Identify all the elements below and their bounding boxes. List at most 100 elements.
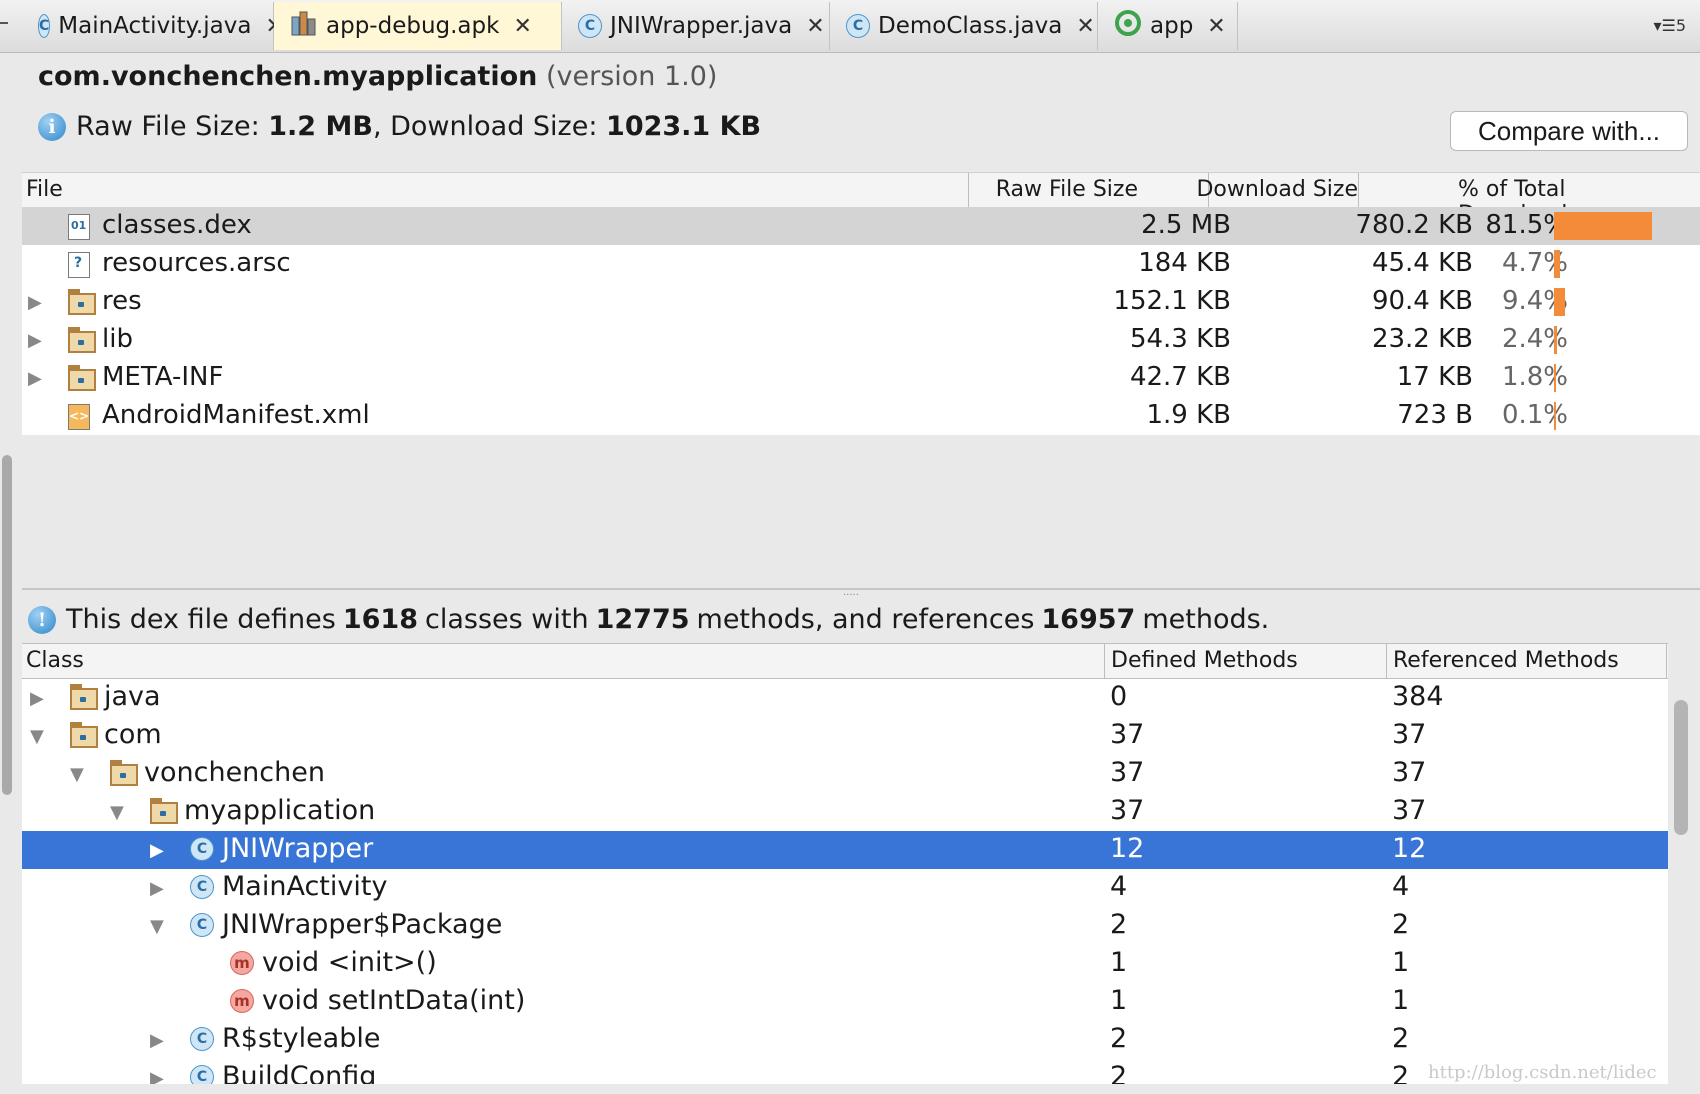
expand-arrow-icon[interactable]: ▶: [150, 1030, 164, 1051]
close-icon[interactable]: ✕: [1076, 14, 1094, 39]
class-icon: C: [578, 14, 602, 38]
header-download-size[interactable]: Download Size: [1196, 177, 1358, 202]
reference-count: 16957: [1041, 604, 1136, 635]
defined-methods: 1: [1110, 947, 1128, 978]
tab-overflow-button[interactable]: ▾☰5: [1653, 16, 1686, 35]
class-row-vonchenchen[interactable]: ▼ vonchenchen 37 37: [22, 755, 1668, 793]
class-row-jniwrapper-package[interactable]: ▼ C JNIWrapper$Package 2 2: [22, 907, 1668, 945]
class-row-java[interactable]: ▶ java 0 384: [22, 679, 1668, 717]
method-count: 12775: [595, 604, 690, 635]
file-row-resources-arsc[interactable]: ? resources.arsc 184 KB 45.4 KB 4.7%: [22, 245, 1700, 283]
dex-file-icon: 01: [68, 214, 90, 240]
file-row-lib[interactable]: ▶ lib 54.3 KB 23.2 KB 2.4%: [22, 321, 1700, 359]
percent-bar: [1554, 364, 1556, 392]
header-defined-methods[interactable]: Defined Methods: [1111, 648, 1298, 673]
raw-size-value: 1.2 MB: [268, 111, 373, 142]
referenced-methods: 1: [1392, 947, 1410, 978]
tab-democlass[interactable]: C DemoClass.java ✕: [830, 2, 1098, 50]
tab-label: MainActivity.java: [58, 13, 252, 39]
splitter-grip[interactable]: ·····: [843, 590, 859, 601]
expand-arrow-icon[interactable]: ▶: [28, 330, 42, 351]
file-name: res: [102, 286, 142, 316]
close-icon[interactable]: ✕: [513, 14, 531, 39]
expand-arrow-icon[interactable]: ▶: [150, 1068, 164, 1084]
collapse-arrow-icon[interactable]: ▼: [30, 726, 44, 747]
collapse-arrow-icon[interactable]: ▼: [110, 802, 124, 823]
package-icon: [150, 798, 178, 824]
compare-with-button[interactable]: Compare with...: [1450, 111, 1688, 151]
close-icon[interactable]: ✕: [1207, 14, 1225, 39]
left-scrollbar[interactable]: [2, 455, 12, 795]
raw-size: 42.7 KB: [1129, 362, 1231, 392]
expand-arrow-icon[interactable]: ▶: [150, 878, 164, 899]
column-separator[interactable]: [1386, 644, 1387, 678]
tab-app-debug-apk[interactable]: app-debug.apk ✕: [274, 2, 562, 50]
class-icon: C: [190, 1027, 214, 1051]
package-icon: [110, 760, 138, 786]
expand-arrow-icon[interactable]: ▶: [28, 368, 42, 389]
close-icon[interactable]: ✕: [806, 14, 824, 39]
class-name: JNIWrapper$Package: [222, 909, 503, 940]
class-row-com[interactable]: ▼ com 37 37: [22, 717, 1668, 755]
file-row-meta-inf[interactable]: ▶ META-INF 42.7 KB 17 KB 1.8%: [22, 359, 1700, 397]
res-folder-icon: [68, 289, 96, 315]
column-separator[interactable]: [1666, 644, 1667, 678]
class-icon: C: [190, 875, 214, 899]
panel-splitter[interactable]: [22, 588, 1700, 590]
class-row-buildconfig[interactable]: ▶ C BuildConfig 2 2: [22, 1059, 1668, 1084]
dex-text: methods, and references: [696, 604, 1035, 635]
defined-methods: 4: [1110, 871, 1128, 902]
dex-text: classes with: [425, 604, 589, 635]
class-row-r-styleable[interactable]: ▶ C R$styleable 2 2: [22, 1021, 1668, 1059]
tab-app-module[interactable]: app ✕: [1098, 2, 1238, 50]
class-row-myapplication[interactable]: ▼ myapplication 37 37: [22, 793, 1668, 831]
size-summary: i Raw File Size: 1.2 MB, Download Size: …: [38, 111, 761, 142]
method-row-setintdata[interactable]: m void setIntData(int) 1 1: [22, 983, 1668, 1021]
raw-size: 152.1 KB: [1113, 286, 1231, 316]
referenced-methods: 4: [1392, 871, 1410, 902]
class-name: myapplication: [184, 795, 376, 826]
file-name: classes.dex: [102, 210, 252, 240]
class-table-scrollbar[interactable]: [1674, 700, 1688, 835]
dex-class-table: Class Defined Methods Referenced Methods…: [22, 643, 1668, 1084]
expand-arrow-icon[interactable]: ▶: [150, 840, 164, 861]
method-row-init[interactable]: m void <init>() 1 1: [22, 945, 1668, 983]
expand-arrow-icon[interactable]: ▶: [30, 688, 44, 709]
tab-jniwrapper[interactable]: C JNIWrapper.java ✕: [562, 2, 830, 50]
folder-icon: [68, 327, 96, 353]
class-row-jniwrapper[interactable]: ▶ C JNIWrapper 12 12: [22, 831, 1668, 869]
collapse-arrow-icon[interactable]: ▼: [70, 764, 84, 785]
header-referenced-methods[interactable]: Referenced Methods: [1393, 648, 1619, 673]
header-file[interactable]: File: [26, 177, 63, 202]
referenced-methods: 37: [1392, 719, 1427, 750]
file-name: META-INF: [102, 362, 224, 392]
android-module-icon: [1114, 9, 1142, 43]
raw-size-label: Raw File Size:: [76, 111, 260, 142]
file-name: resources.arsc: [102, 248, 291, 278]
class-name: com: [104, 719, 162, 750]
referenced-methods: 37: [1392, 795, 1427, 826]
header-raw-size[interactable]: Raw File Size: [996, 177, 1138, 202]
header-class[interactable]: Class: [26, 648, 84, 673]
class-count: 1618: [342, 604, 418, 635]
percent-bar: [1554, 402, 1556, 430]
info-icon: !: [28, 605, 56, 634]
file-row-res[interactable]: ▶ res 152.1 KB 90.4 KB 9.4%: [22, 283, 1700, 321]
expand-arrow-icon[interactable]: ▶: [28, 292, 42, 313]
referenced-methods: 384: [1392, 681, 1444, 712]
tab-main-activity[interactable]: C MainActivity.java ✕: [22, 2, 284, 50]
defined-methods: 37: [1110, 757, 1145, 788]
collapse-arrow-icon[interactable]: ▼: [150, 916, 164, 937]
column-separator[interactable]: [1104, 644, 1105, 678]
download-size-value: 1023.1 KB: [606, 111, 762, 142]
column-separator[interactable]: [968, 173, 969, 207]
file-row-classes-dex[interactable]: 01 classes.dex 2.5 MB 780.2 KB 81.5%: [22, 207, 1700, 245]
defined-methods: 1: [1110, 985, 1128, 1016]
defined-methods: 2: [1110, 1023, 1128, 1054]
method-icon: m: [230, 989, 254, 1013]
package-icon: [70, 722, 98, 748]
file-row-android-manifest[interactable]: <> AndroidManifest.xml 1.9 KB 723 B 0.1%: [22, 397, 1700, 435]
apk-icon: [290, 9, 318, 43]
class-row-mainactivity[interactable]: ▶ C MainActivity 4 4: [22, 869, 1668, 907]
column-separator[interactable]: [1358, 173, 1359, 207]
